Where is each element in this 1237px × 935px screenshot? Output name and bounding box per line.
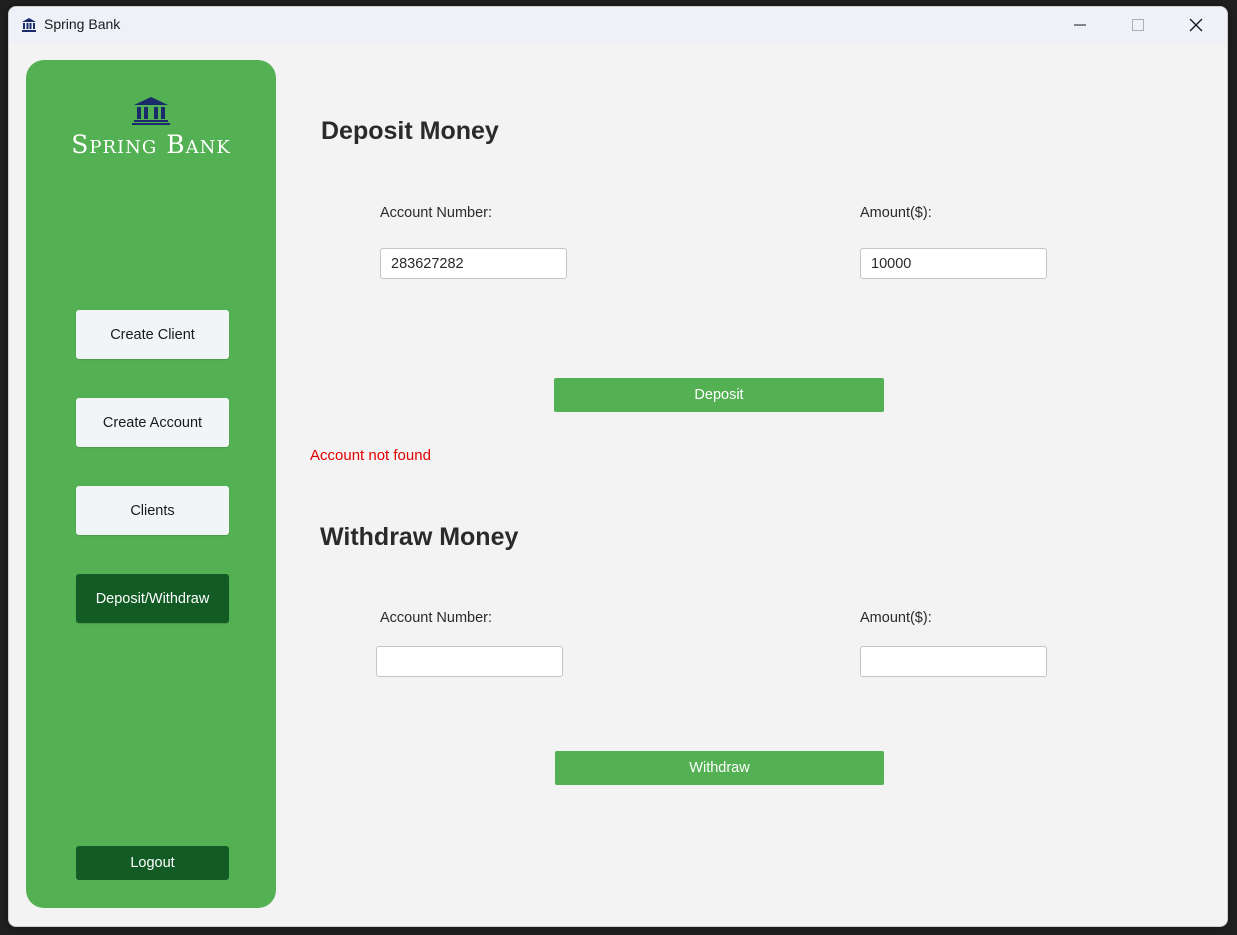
minimize-icon (1074, 19, 1086, 31)
create-client-button[interactable]: Create Client (76, 310, 229, 359)
maximize-icon (1132, 19, 1144, 31)
withdraw-account-input[interactable] (376, 646, 563, 677)
close-icon (1189, 18, 1203, 32)
deposit-amount-label: Amount($): (860, 205, 932, 221)
deposit-withdraw-button[interactable]: Deposit/Withdraw (76, 574, 229, 623)
create-account-button[interactable]: Create Account (76, 398, 229, 447)
window-title: Spring Bank (44, 16, 121, 32)
status-message: Account not found (310, 447, 431, 464)
app-window: Spring Bank Spring Bank Create Client Cr… (8, 6, 1228, 927)
bank-icon (21, 17, 37, 33)
withdraw-title: Withdraw Money (320, 523, 519, 551)
withdraw-button[interactable]: Withdraw (555, 751, 884, 785)
logo-text: Spring Bank (71, 130, 231, 159)
deposit-title: Deposit Money (321, 117, 499, 145)
maximize-button[interactable] (1109, 7, 1167, 43)
deposit-amount-input[interactable] (860, 248, 1047, 279)
deposit-button[interactable]: Deposit (554, 378, 884, 412)
minimize-button[interactable] (1051, 7, 1109, 43)
clients-button[interactable]: Clients (76, 486, 229, 535)
deposit-account-input[interactable] (380, 248, 567, 279)
sidebar: Spring Bank Create Client Create Account… (26, 60, 276, 908)
close-button[interactable] (1167, 7, 1225, 43)
title-bar: Spring Bank (9, 7, 1227, 43)
spring-bank-logo: Spring Bank (26, 96, 276, 159)
withdraw-account-label: Account Number: (380, 610, 493, 626)
logout-button[interactable]: Logout (76, 846, 229, 880)
withdraw-amount-label: Amount($): (860, 610, 932, 626)
bank-building-icon (26, 96, 276, 126)
withdraw-amount-input[interactable] (860, 646, 1047, 677)
deposit-account-label: Account Number: (380, 205, 493, 221)
